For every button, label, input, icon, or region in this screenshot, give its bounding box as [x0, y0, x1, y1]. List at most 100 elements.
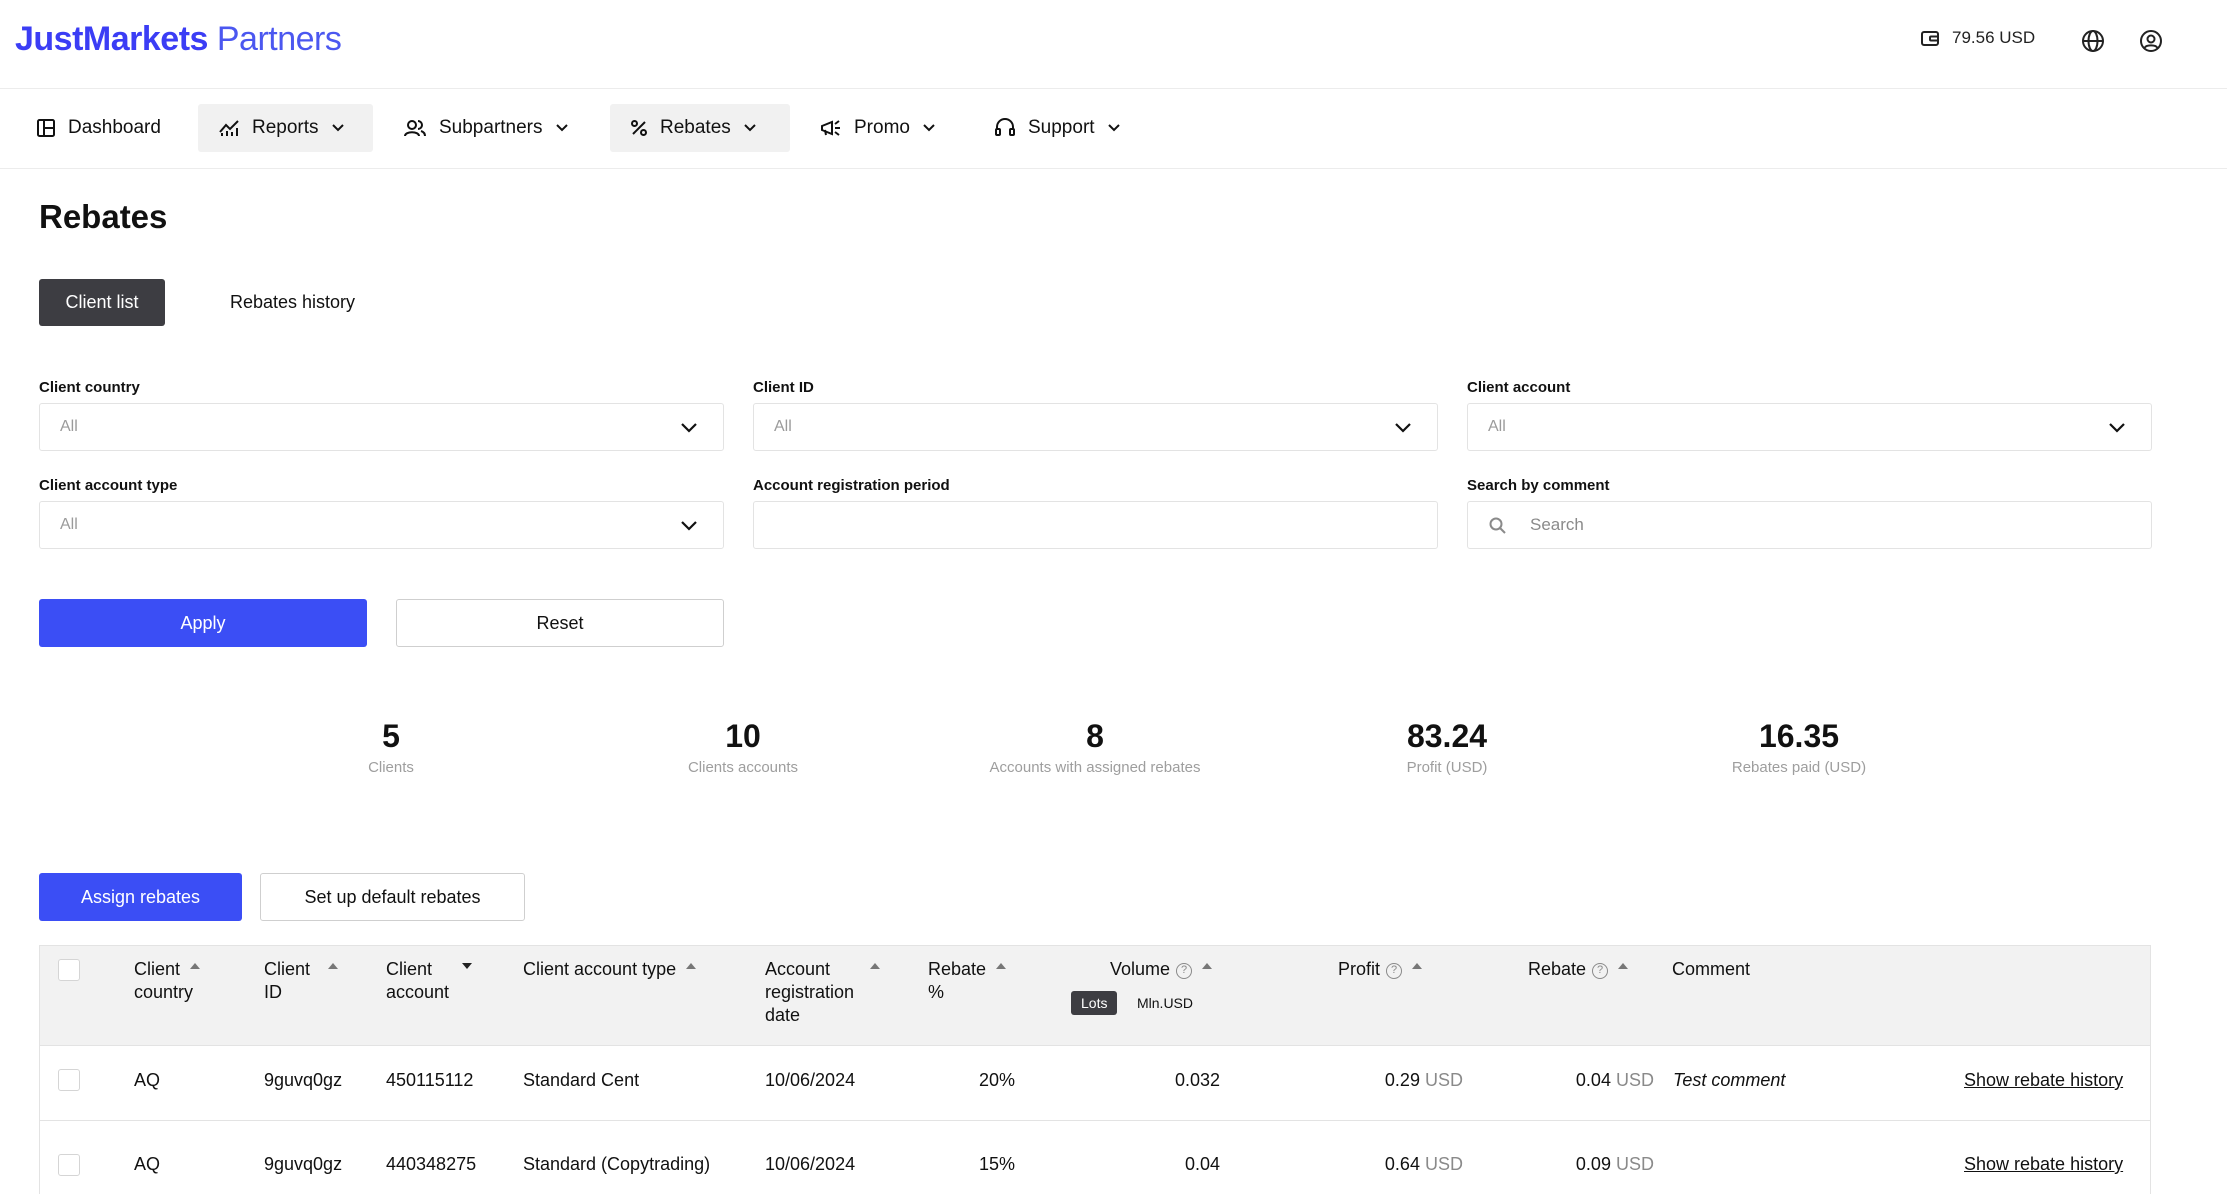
cell-reg-date: 10/06/2024 — [765, 1070, 856, 1090]
client-id-select[interactable]: All — [753, 403, 1438, 451]
rebate-currency: USD — [1615, 1070, 1654, 1090]
nav-promo[interactable]: Promo — [800, 104, 956, 152]
balance-display[interactable]: 79.56 USD — [1920, 28, 2035, 48]
nav-reports[interactable]: Reports — [198, 104, 373, 152]
cell-account-type: Standard (Copytrading) — [523, 1154, 711, 1174]
client-account-select[interactable]: All — [1467, 403, 2152, 451]
registration-period-input[interactable] — [753, 501, 1438, 549]
profit-currency: USD — [1424, 1154, 1463, 1174]
stat-value: 16.35 — [1758, 718, 1840, 754]
search-comment-placeholder: Search — [1530, 515, 1584, 534]
client-account-type-label: Client account type — [39, 477, 178, 494]
cell-rebate-percent: 15% — [978, 1154, 1015, 1174]
user-profile-icon[interactable] — [2138, 28, 2164, 54]
stat-value: 83.24 — [1406, 718, 1488, 754]
stat-label: Clients accounts — [687, 759, 799, 776]
sort-up-icon — [1412, 963, 1423, 969]
registration-period-label: Account registration period — [753, 477, 950, 494]
column-profit[interactable]: Profit? — [1338, 958, 1423, 981]
column-label: account — [386, 982, 450, 1002]
nav-rebates[interactable]: Rebates — [610, 104, 790, 152]
nav-support[interactable]: Support — [974, 104, 1141, 152]
column-label: % — [928, 982, 945, 1002]
apply-button[interactable]: Apply — [39, 599, 367, 647]
row-checkbox[interactable] — [58, 1069, 80, 1091]
headset-icon — [995, 118, 1015, 136]
column-volume[interactable]: Volume? — [1110, 958, 1213, 981]
column-client-account[interactable]: Client account — [386, 958, 473, 1004]
reset-button[interactable]: Reset — [396, 599, 724, 647]
sort-up-icon — [686, 963, 697, 969]
cell-country: AQ — [134, 1070, 161, 1090]
chevron-down-icon — [923, 124, 935, 132]
users-icon — [404, 120, 426, 137]
column-label: Rebate — [1528, 959, 1587, 979]
stat-profit: 83.24 Profit (USD) — [1297, 718, 1597, 776]
search-icon — [1489, 517, 1506, 534]
profit-currency: USD — [1424, 1070, 1463, 1090]
tab-rebates-history[interactable]: Rebates history — [210, 279, 375, 326]
help-icon[interactable]: ? — [1592, 963, 1609, 979]
show-rebate-history-link[interactable]: Show rebate history — [1964, 1070, 2123, 1091]
nav-subpartners-label: Subpartners — [439, 117, 543, 138]
sort-up-icon — [328, 963, 339, 969]
default-rebates-button[interactable]: Set up default rebates — [260, 873, 525, 921]
column-label: Client — [134, 959, 181, 979]
column-rebate[interactable]: Rebate? — [1528, 958, 1629, 981]
nav-dashboard[interactable]: Dashboard — [16, 104, 181, 152]
nav-dashboard-label: Dashboard — [68, 117, 161, 138]
client-account-value: All — [1488, 418, 1506, 435]
column-account-type[interactable]: Client account type — [523, 958, 697, 981]
profit-value: 0.29 — [1384, 1070, 1420, 1090]
stat-label: Rebates paid (USD) — [1731, 759, 1867, 776]
stat-rebates-paid: 16.35 Rebates paid (USD) — [1649, 718, 1949, 776]
stat-accounts-with-rebates: 8 Accounts with assigned rebates — [945, 718, 1245, 776]
top-header: JustMarkets Partners 79.56 USD — [0, 0, 2227, 89]
table-row: AQ 9guvq0gz 440348275 Standard (Copytrad… — [40, 1121, 2150, 1194]
cell-account: 450115112 — [386, 1070, 474, 1090]
column-client-id[interactable]: Client ID — [264, 958, 339, 1004]
search-comment-input[interactable]: Search — [1467, 501, 2152, 549]
table-row: AQ 9guvq0gz 450115112 Standard Cent 10/0… — [40, 1046, 2150, 1121]
chart-line-icon — [219, 120, 239, 136]
assign-rebates-button[interactable]: Assign rebates — [39, 873, 242, 921]
nav-rebates-label: Rebates — [660, 117, 731, 138]
volume-unit-lots[interactable]: Lots — [1071, 991, 1118, 1015]
row-checkbox[interactable] — [58, 1154, 80, 1176]
search-comment-label: Search by comment — [1467, 477, 1610, 494]
cell-reg-date: 10/06/2024 — [765, 1154, 856, 1174]
select-all-checkbox[interactable] — [58, 959, 80, 981]
column-label: ID — [264, 982, 282, 1002]
chevron-down-icon — [681, 423, 697, 433]
nav-support-label: Support — [1028, 117, 1095, 138]
help-icon[interactable]: ? — [1176, 963, 1193, 979]
balance-amount: 79.56 USD — [1952, 28, 2036, 47]
client-country-select[interactable]: All — [39, 403, 724, 451]
show-rebate-history-link[interactable]: Show rebate history — [1964, 1154, 2123, 1175]
page-title: Rebates — [39, 198, 168, 235]
help-icon[interactable]: ? — [1386, 963, 1403, 979]
tab-client-list[interactable]: Client list — [39, 279, 165, 326]
sort-up-icon — [996, 963, 1007, 969]
brand-logo[interactable]: JustMarkets Partners — [15, 20, 342, 59]
stat-value: 10 — [725, 718, 761, 754]
table-header: Client country Client ID Client account … — [40, 946, 2150, 1046]
dashboard-icon — [37, 119, 55, 137]
stat-value: 8 — [1086, 718, 1104, 754]
cell-rebate-percent: 20% — [978, 1070, 1015, 1090]
volume-unit-mln-usd[interactable]: Mln.USD — [1127, 991, 1203, 1015]
column-client-country[interactable]: Client country — [134, 958, 201, 1004]
client-account-type-select[interactable]: All — [39, 501, 724, 549]
column-comment: Comment — [1672, 958, 1750, 981]
cell-account: 440348275 — [386, 1154, 477, 1174]
column-label: registration — [765, 982, 855, 1002]
column-rebate-percent[interactable]: Rebate % — [928, 958, 1007, 1004]
logo-thin-text: Partners — [216, 20, 342, 58]
globe-icon[interactable] — [2080, 28, 2106, 54]
wallet-icon — [1921, 31, 1939, 46]
rebate-value: 0.04 — [1575, 1070, 1611, 1090]
column-registration-date[interactable]: Account registration date — [765, 958, 881, 1027]
cell-volume: 0.04 — [1184, 1154, 1220, 1174]
nav-subpartners[interactable]: Subpartners — [383, 104, 589, 152]
stat-label: Accounts with assigned rebates — [989, 759, 1201, 776]
